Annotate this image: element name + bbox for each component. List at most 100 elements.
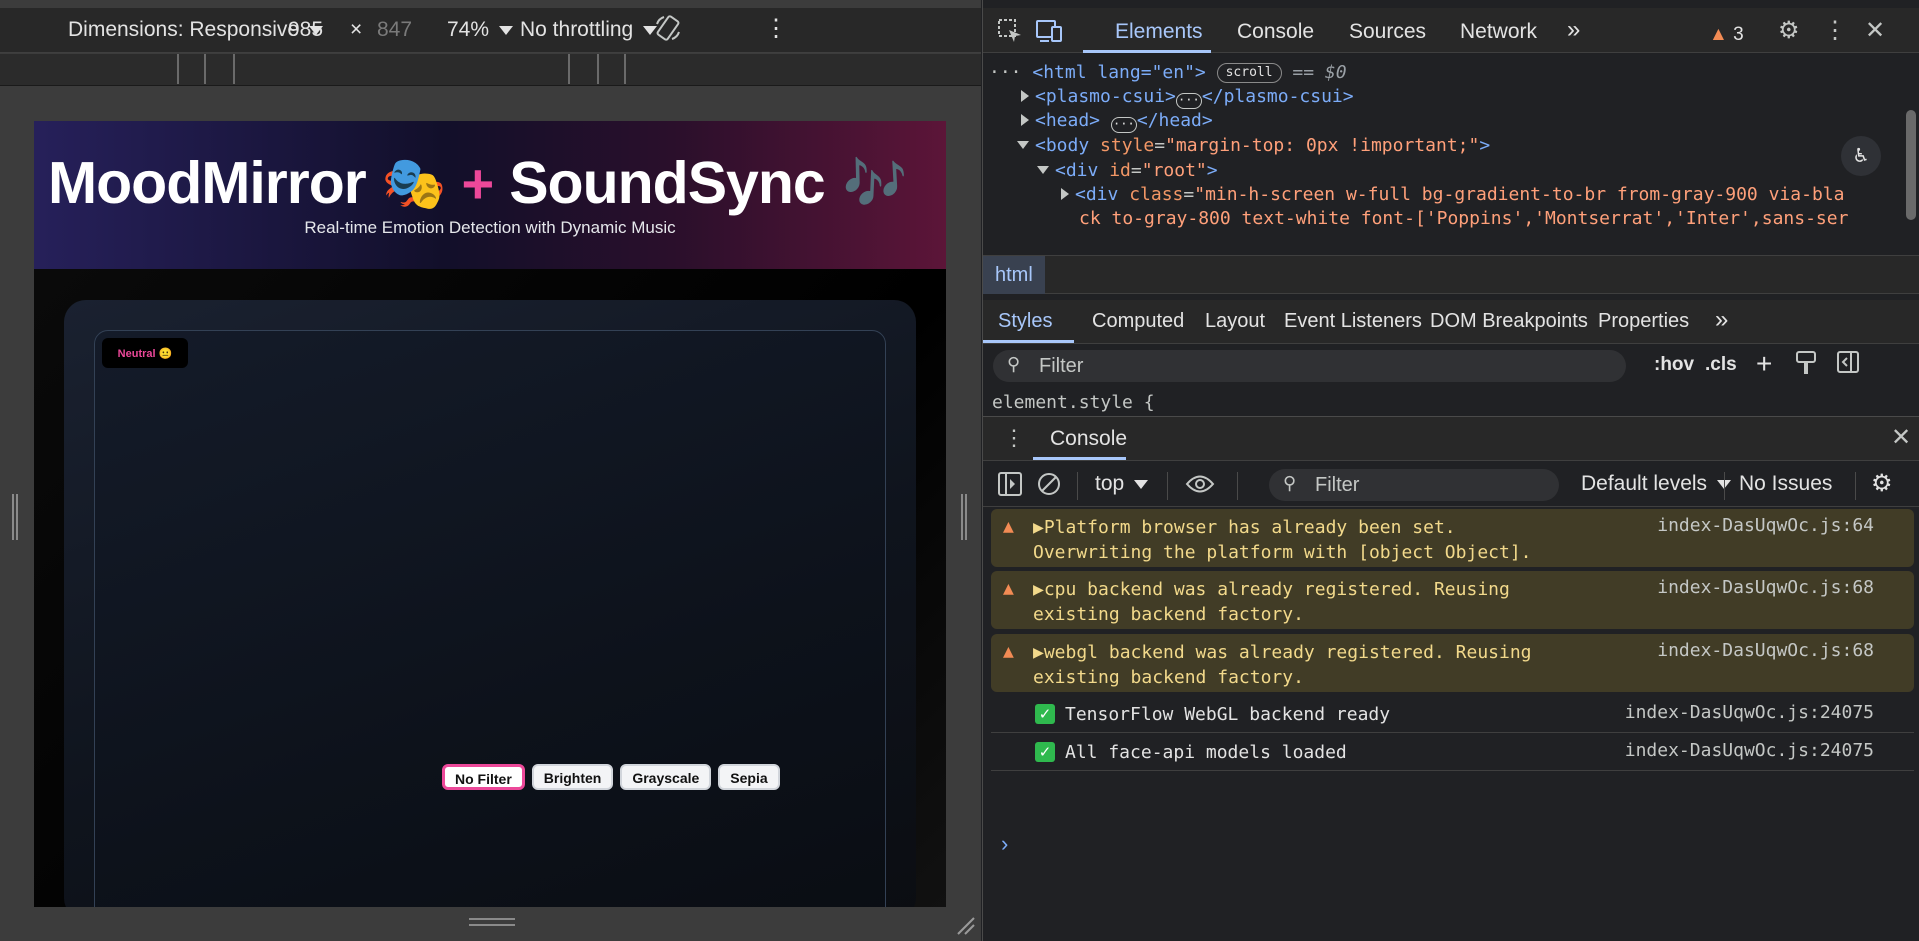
more-options-icon[interactable]: ⋮ [1823, 19, 1847, 43]
message-source-link[interactable]: index-DasUqwOc.js:24075 [1625, 740, 1874, 761]
console-settings-gear-icon[interactable]: ⚙ [1871, 469, 1893, 498]
dom-tree-scrollbar[interactable] [1906, 110, 1916, 220]
tab-dom-breakpoints[interactable]: DOM Breakpoints [1430, 310, 1588, 333]
context-dropdown[interactable]: top [1095, 472, 1149, 496]
breadcrumb-item-html[interactable]: html [983, 256, 1045, 294]
clear-console-icon[interactable] [1036, 471, 1062, 497]
styles-filter-input[interactable]: ⚲ Filter [993, 350, 1626, 382]
app-subtitle: Real-time Emotion Detection with Dynamic… [304, 218, 676, 237]
paint-brush-icon[interactable] [1795, 350, 1817, 382]
dom-node-root-div[interactable]: <div id="root"> [1037, 160, 1218, 181]
tab-console[interactable]: Console [1237, 20, 1314, 44]
warnings-counter[interactable]: ▲ 3 [1709, 24, 1744, 46]
styles-tabbar: Styles Computed Layout Event Listeners D… [983, 300, 1919, 344]
collapse-arrow-icon[interactable] [1017, 141, 1029, 149]
height-input[interactable]: 847 [377, 18, 412, 42]
more-options-icon[interactable]: ⋮ [764, 14, 788, 43]
width-input[interactable]: 985 [288, 18, 323, 42]
message-source-link[interactable]: index-DasUqwOc.js:68 [1657, 577, 1874, 598]
console-message-log[interactable]: ✓ TensorFlow WebGL backend ready index-D… [991, 696, 1914, 733]
ellipsis-icon[interactable]: ··· [1175, 93, 1202, 109]
zoom-dropdown[interactable]: 74% [447, 18, 514, 42]
tab-elements[interactable]: Elements [1115, 20, 1203, 44]
inspect-element-icon[interactable] [997, 18, 1023, 49]
separator [1855, 472, 1856, 500]
message-source-link[interactable]: index-DasUqwOc.js:64 [1657, 515, 1874, 536]
scroll-badge[interactable]: scroll [1216, 63, 1282, 83]
tab-event-listeners[interactable]: Event Listeners [1284, 310, 1422, 333]
throttling-dropdown[interactable]: No throttling [520, 18, 658, 42]
accessibility-icon[interactable]: ♿ [1841, 136, 1881, 176]
dimensions-dropdown[interactable]: Dimensions: Responsive [68, 18, 324, 42]
console-prompt-input[interactable]: › [1001, 831, 1008, 857]
tab-computed[interactable]: Computed [1092, 310, 1184, 333]
tab-properties[interactable]: Properties [1598, 310, 1689, 333]
checkmark-icon: ✓ [1035, 742, 1055, 762]
more-tabs-icon[interactable]: » [1715, 306, 1728, 334]
message-source-link[interactable]: index-DasUqwOc.js:24075 [1625, 702, 1874, 723]
issues-label: No Issues [1739, 472, 1833, 495]
console-filter-input[interactable]: ⚲ Filter [1269, 469, 1559, 501]
ruler-tick [233, 54, 235, 84]
warning-icon: ▲ [1709, 24, 1728, 45]
live-expression-eye-icon[interactable] [1185, 473, 1215, 495]
more-tabs-icon[interactable]: » [1567, 16, 1580, 44]
filter-none-button[interactable]: No Filter [442, 764, 525, 790]
filter-brighten-button[interactable]: Brighten [531, 764, 614, 790]
filter-grayscale-button[interactable]: Grayscale [620, 764, 712, 790]
log-levels-value: Default levels [1581, 472, 1708, 495]
ellipsis-icon[interactable]: ··· [1110, 117, 1137, 133]
corner-resize-handle[interactable] [954, 914, 976, 936]
tab-layout[interactable]: Layout [1205, 310, 1265, 333]
console-message-warning[interactable]: ▲ ▶Platform browser has already been set… [991, 509, 1914, 567]
throttling-value: No throttling [520, 18, 634, 41]
device-toolbar-toggle-icon[interactable] [1035, 18, 1063, 49]
right-resize-handle[interactable] [961, 494, 967, 540]
bottom-resize-handle[interactable] [469, 918, 515, 926]
dom-node-app-div[interactable]: <div class="min-h-screen w-full bg-gradi… [1061, 184, 1844, 205]
console-message-warning[interactable]: ▲ ▶webgl backend was already registered.… [991, 634, 1914, 692]
hov-toggle[interactable]: :hov [1654, 354, 1694, 376]
settings-gear-icon[interactable]: ⚙ [1778, 19, 1800, 43]
drawer-tab-console[interactable]: Console [1050, 427, 1127, 451]
media-query-ruler[interactable] [0, 54, 981, 86]
filter-button-group: No Filter Brighten Grayscale Sepia [442, 764, 780, 790]
separator [1167, 472, 1168, 500]
message-source-link[interactable]: index-DasUqwOc.js:68 [1657, 640, 1874, 661]
drawer-menu-icon[interactable]: ⋮ [1003, 425, 1025, 451]
emotion-badge: Neutral 😐 [102, 338, 188, 368]
dom-node-html[interactable]: ··· <html lang="en"> scroll == $0 [989, 62, 1347, 83]
rotate-icon[interactable] [654, 14, 682, 42]
element-style-rule[interactable]: element.style { [992, 392, 1155, 413]
issues-button[interactable]: No Issues [1739, 472, 1832, 496]
devtools-tabbar: Elements Console Sources Network » ▲ 3 ⚙… [983, 8, 1919, 53]
expand-arrow-icon[interactable] [1021, 90, 1029, 102]
dom-node-body[interactable]: <body style="margin-top: 0px !important;… [1017, 135, 1490, 156]
cls-toggle[interactable]: .cls [1705, 354, 1737, 376]
expand-arrow-icon[interactable] [1021, 114, 1029, 126]
expand-arrow-icon[interactable] [1061, 188, 1069, 200]
console-message-log[interactable]: ✓ All face-api models loaded index-DasUq… [991, 734, 1914, 771]
html-tag: <html lang="en"> [1032, 62, 1206, 83]
close-devtools-icon[interactable]: ✕ [1865, 19, 1885, 43]
console-sidebar-icon[interactable] [997, 471, 1023, 497]
log-levels-dropdown[interactable]: Default levels [1581, 472, 1732, 496]
console-message-warning[interactable]: ▲ ▶cpu backend was already registered. R… [991, 571, 1914, 629]
dom-node-head[interactable]: <head> ··· </head> [1021, 110, 1213, 133]
collapse-arrow-icon[interactable] [1037, 166, 1049, 174]
close-drawer-icon[interactable]: ✕ [1891, 423, 1911, 452]
message-text: ▶Platform browser has already been set. … [1033, 517, 1532, 563]
tab-styles[interactable]: Styles [998, 310, 1052, 333]
toggle-sidebar-icon[interactable] [1836, 350, 1860, 380]
message-text: ▶cpu backend was already registered. Reu… [1033, 579, 1510, 625]
tab-sources[interactable]: Sources [1349, 20, 1426, 44]
device-toolbar: Dimensions: Responsive 985 × 847 74% No … [0, 8, 981, 53]
ruler-tick [568, 54, 570, 84]
device-emulation-pane: Dimensions: Responsive 985 × 847 74% No … [0, 0, 981, 941]
left-resize-handle[interactable] [12, 494, 18, 540]
styles-filter-row: ⚲ Filter :hov .cls + [983, 346, 1919, 386]
dom-node-plasmo-csui[interactable]: <plasmo-csui> ··· </plasmo-csui> [1021, 86, 1354, 109]
add-rule-icon[interactable]: + [1756, 348, 1772, 380]
filter-sepia-button[interactable]: Sepia [718, 764, 780, 790]
tab-network[interactable]: Network [1460, 20, 1537, 44]
